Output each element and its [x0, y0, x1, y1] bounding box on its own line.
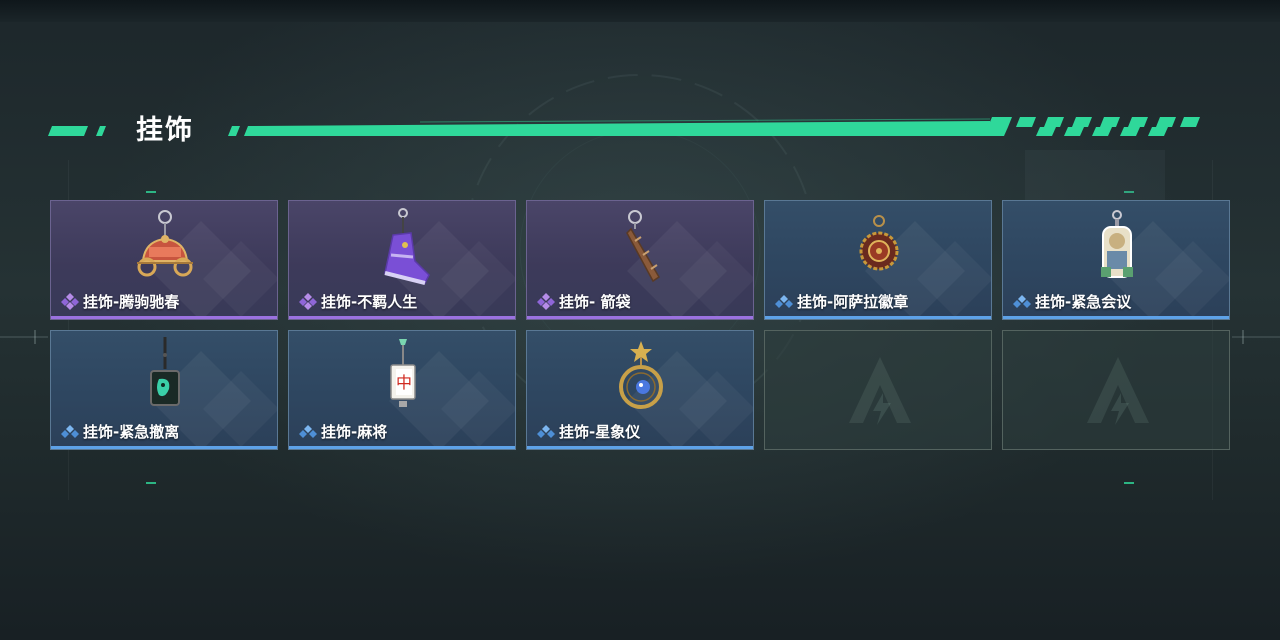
empty-charm-slot[interactable] [764, 330, 992, 450]
charm-card[interactable]: 挂饰-阿萨拉徽章 [764, 200, 992, 320]
charm-name: 挂饰-麻将 [321, 422, 388, 441]
figure-charm-icon [1101, 210, 1133, 278]
rarity-bar [765, 316, 991, 319]
charm-name-row: 挂饰-阿萨拉徽章 [775, 291, 908, 311]
charm-card[interactable]: 挂饰-紧急撤离 [50, 330, 278, 450]
charm-name-row: 挂饰-麻将 [299, 421, 387, 441]
top-strip [0, 0, 1280, 22]
rarity-bar [51, 316, 277, 319]
rarity-diamonds-icon [775, 295, 793, 308]
quiver-charm-icon [626, 210, 661, 283]
rarity-diamonds-icon [61, 293, 79, 310]
rarity-bar [1003, 316, 1229, 319]
charm-grid: 挂饰-腾驹驰春 挂饰-不羁人生 挂饰- 箭袋 挂饰-阿萨拉徽章 挂饰-紧急会议 … [50, 200, 1230, 450]
rarity-diamonds-icon [61, 425, 79, 438]
charm-name: 挂饰-不羁人生 [321, 292, 418, 311]
charm-card[interactable]: 挂饰-腾驹驰春 [50, 200, 278, 320]
svg-text:中: 中 [396, 373, 412, 392]
charm-name-row: 挂饰-紧急会议 [1013, 291, 1131, 311]
charm-card[interactable]: 中 挂饰-麻将 [288, 330, 516, 450]
charm-name: 挂饰-星象仪 [559, 422, 641, 441]
charm-name: 挂饰-紧急会议 [1035, 292, 1132, 311]
charm-name-row: 挂饰-星象仪 [537, 421, 640, 441]
rarity-bar [51, 446, 277, 449]
charm-collection-screen: 挂饰 挂饰-腾驹驰春 挂饰-不羁人生 挂饰- 箭袋 挂饰-阿萨拉徽章 挂饰-紧急… [0, 0, 1280, 640]
green-tag-charm-icon [150, 337, 180, 406]
charm-name: 挂饰-紧急撤离 [83, 422, 180, 441]
charm-name-row: 挂饰-腾驹驰春 [61, 291, 179, 311]
section-header: 挂饰 [0, 100, 1280, 160]
rarity-bar [289, 446, 515, 449]
badge-charm-icon [859, 215, 899, 271]
rarity-diamonds-icon [537, 293, 555, 310]
section-title: 挂饰 [136, 115, 194, 146]
sneaker-charm-icon [384, 208, 430, 285]
charm-name: 挂饰- 箭袋 [559, 292, 631, 311]
charm-name-row: 挂饰-紧急撤离 [61, 421, 179, 441]
mahjong-tile-charm-icon: 中 [390, 339, 416, 407]
empty-slot-logo-icon [1087, 357, 1149, 425]
rarity-diamonds-icon [299, 425, 317, 438]
carriage-charm-icon [137, 210, 193, 277]
rarity-bar [527, 446, 753, 449]
charm-name-row: 挂饰- 箭袋 [537, 291, 630, 311]
charm-name-row: 挂饰-不羁人生 [299, 291, 417, 311]
rarity-diamonds-icon [537, 425, 555, 438]
charm-card[interactable]: 挂饰- 箭袋 [526, 200, 754, 320]
rarity-diamonds-icon [299, 293, 317, 310]
charm-card[interactable]: 挂饰-不羁人生 [288, 200, 516, 320]
rarity-bar [527, 316, 753, 319]
charm-name: 挂饰-腾驹驰春 [83, 292, 180, 311]
charm-name: 挂饰-阿萨拉徽章 [797, 292, 909, 311]
astrolabe-charm-icon [619, 341, 663, 409]
rarity-bar [289, 316, 515, 319]
empty-charm-slot[interactable] [1002, 330, 1230, 450]
empty-slot-logo-icon [849, 357, 911, 425]
rarity-diamonds-icon [1013, 295, 1031, 308]
charm-card[interactable]: 挂饰-紧急会议 [1002, 200, 1230, 320]
charm-card[interactable]: 挂饰-星象仪 [526, 330, 754, 450]
